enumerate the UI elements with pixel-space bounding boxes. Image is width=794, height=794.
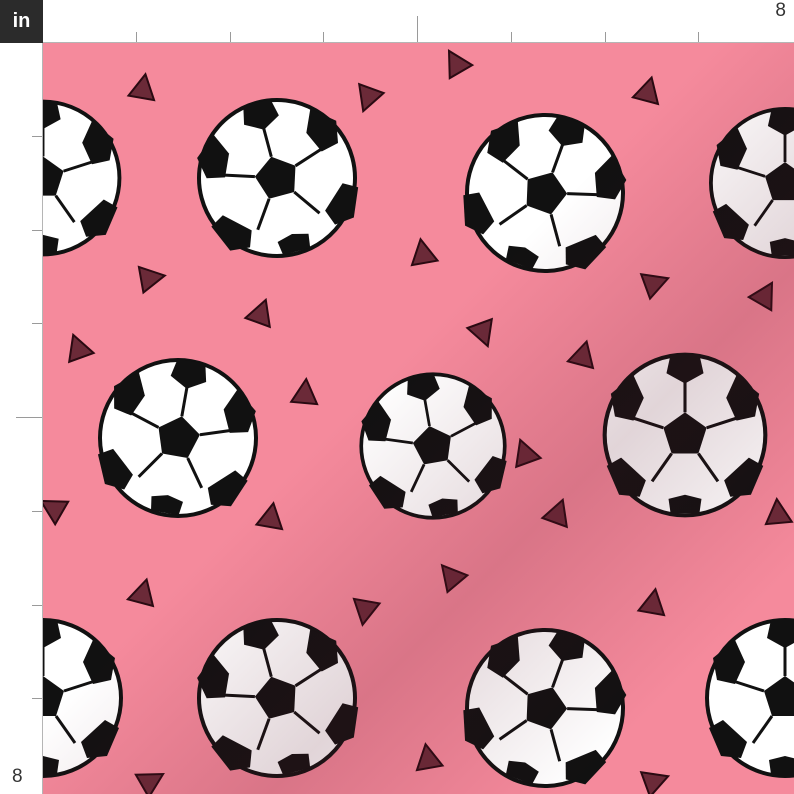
top-ruler-end-label: 8 — [775, 0, 786, 21]
units-label: in — [12, 10, 31, 32]
left-ruler-end-label: 8 — [12, 766, 23, 787]
units-badge[interactable]: in — [0, 0, 43, 43]
fabric-shading — [43, 43, 794, 794]
top-ruler: 8 — [43, 0, 794, 43]
left-ruler: 8 — [0, 43, 43, 794]
fabric-preview — [43, 43, 794, 794]
